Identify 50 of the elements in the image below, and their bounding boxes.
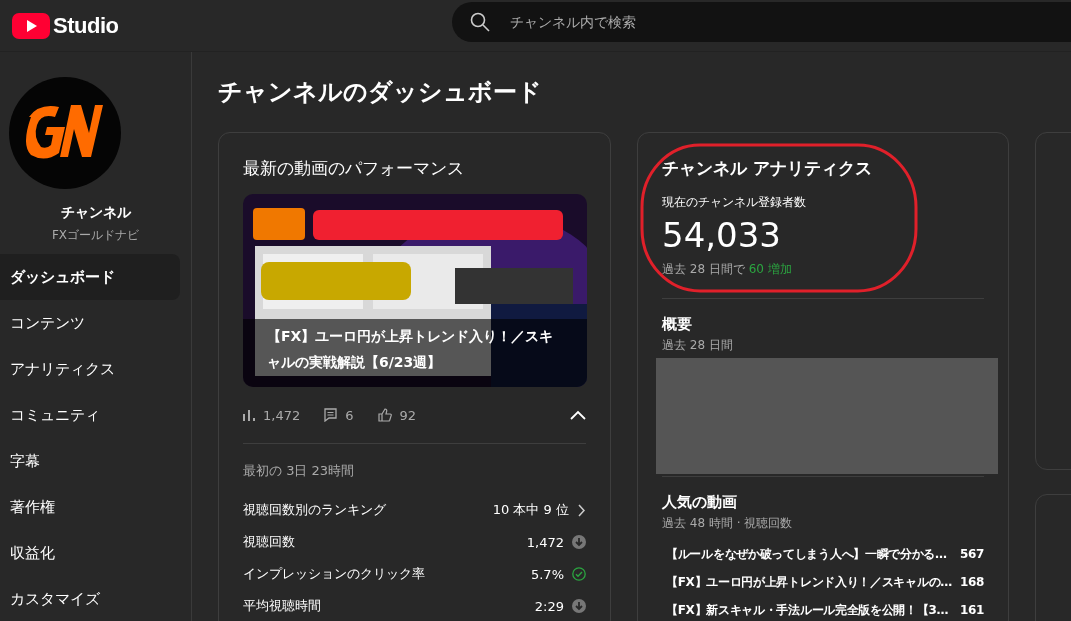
search-field[interactable]: チャンネル内で検索 (452, 2, 1071, 42)
sidebar-item[interactable]: 収益化 (0, 530, 180, 576)
chevron-right-icon[interactable] (577, 503, 586, 517)
sidebar-item[interactable]: ダッシュボード (0, 254, 180, 300)
subscribers-label: 現在のチャンネル登録者数 (662, 194, 807, 211)
period-label: 過去 48 時間 · 視聴回数 (662, 515, 794, 532)
metric-label: 視聴回数別のランキング (243, 501, 386, 519)
channel-label: チャンネル (60, 204, 131, 222)
metric-value: 10 本中 9 位 (492, 501, 569, 519)
section-title: 概要 (662, 315, 693, 334)
down-arrow-icon (572, 535, 586, 549)
card-title: 最新の動画のパフォーマンス (243, 157, 465, 180)
video-title[interactable]: 【ルールをなぜか破ってしまう人へ】一瞬で分かる… (666, 545, 947, 563)
bar-chart-icon (243, 409, 255, 421)
sidebar-item[interactable]: コンテンツ (0, 300, 180, 346)
metric-value: 1,472 (526, 534, 564, 550)
chevron-up-icon[interactable] (570, 410, 586, 420)
metric-label: 平均視聴時間 (243, 597, 321, 615)
thumbs-up-icon (377, 408, 392, 422)
metric-value: 2:29 (534, 598, 564, 614)
card-title: チャンネル アナリティクス (662, 157, 873, 180)
view-count: 567 (958, 547, 985, 561)
subscriber-count: 54,033 (662, 215, 782, 255)
section-title: 人気の動画 (662, 493, 738, 512)
view-count: 161 (958, 603, 985, 617)
period-label: 最初の 3日 23時間 (243, 462, 356, 480)
comment-icon (324, 408, 338, 422)
video-title[interactable]: 【FX】新スキャル・手法ルール完全版を公開！【3… (666, 601, 949, 619)
play-logo-icon (12, 12, 50, 39)
channel-name: FXゴールドナビ (51, 227, 140, 244)
video-title[interactable]: 【FX】ユーロ円が上昇トレンド入り！／スキャルの… (666, 573, 952, 591)
metric-label: 視聴回数 (243, 533, 295, 551)
logo-text: Studio (53, 12, 119, 39)
sidebar-item[interactable]: 著作権 (0, 484, 180, 530)
view-count: 168 (958, 575, 985, 589)
metric-value: 5.7% (530, 566, 564, 582)
page-title: チャンネルのダッシュボード (218, 77, 543, 108)
stat-value: 6 (345, 407, 354, 423)
sidebar-item[interactable]: 字幕 (0, 438, 180, 484)
check-circle-icon (572, 567, 586, 581)
subscriber-change: 過去 28 日間で 60 増加 (662, 261, 793, 278)
period-label: 過去 28 日間 (662, 337, 734, 354)
down-arrow-icon (572, 599, 586, 613)
sidebar-item[interactable]: アナリティクス (0, 346, 180, 392)
metric-label: インプレッションのクリック率 (243, 565, 425, 583)
stat-value: 92 (399, 407, 417, 423)
sidebar-item[interactable]: コミュニティ (0, 392, 180, 438)
stat-value: 1,472 (263, 407, 301, 423)
sidebar-item[interactable]: カスタマイズ (0, 576, 180, 621)
search-icon (470, 12, 490, 32)
